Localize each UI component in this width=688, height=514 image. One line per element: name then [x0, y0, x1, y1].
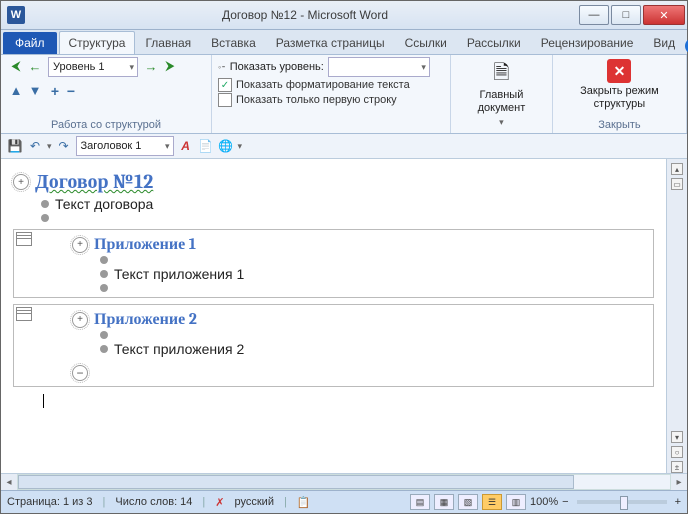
window-title: Договор №12 - Microsoft Word — [31, 8, 579, 22]
zoom-slider[interactable] — [577, 500, 667, 504]
track-changes-icon[interactable]: 📋 — [297, 496, 311, 509]
tab-file[interactable]: Файл — [3, 32, 57, 54]
demote-to-body-icon[interactable]: ⮞ — [161, 57, 179, 75]
text-cursor — [43, 394, 44, 408]
split-icon[interactable]: ▭ — [671, 178, 683, 190]
close-outline-button[interactable]: ✕ Закрыть режим структуры — [559, 57, 680, 113]
style-select[interactable]: Заголовок 1 — [76, 136, 174, 156]
insert-object-icon[interactable]: 🌐 — [218, 138, 234, 154]
show-formatting-label: Показать форматирование текста — [236, 79, 410, 91]
bullet-icon — [41, 200, 49, 208]
body-text[interactable]: Текст договора — [55, 196, 153, 212]
view-reading-icon[interactable]: ▦ — [434, 494, 454, 510]
close-x-icon: ✕ — [607, 59, 631, 83]
bullet-icon — [41, 214, 49, 222]
scroll-up-icon[interactable]: ▴ — [671, 163, 683, 175]
tab-references[interactable]: Ссылки — [395, 31, 457, 54]
show-level-label: Показать уровень: — [230, 61, 324, 73]
heading-2[interactable]: Приложение 2 — [94, 310, 197, 329]
scroll-thumb[interactable] — [18, 475, 574, 489]
browse-object-icon[interactable]: ○ — [671, 446, 683, 458]
qat-customize-icon[interactable]: ▾ — [238, 141, 243, 152]
tab-structure[interactable]: Структура — [59, 31, 136, 54]
heading-2[interactable]: Приложение 1 — [94, 235, 196, 254]
horizontal-scrollbar[interactable]: ◂ ▸ — [1, 473, 687, 490]
zoom-in-icon[interactable]: + — [675, 496, 681, 508]
view-web-icon[interactable]: ▧ — [458, 494, 478, 510]
document-area: + Договор №12 Текст договора + Приложени… — [1, 159, 687, 473]
master-document-button[interactable]: 🗎 Главный документ ▾ — [457, 57, 546, 130]
app-window: W Договор №12 - Microsoft Word — □ ✕ Фай… — [0, 0, 688, 514]
expand-node-icon[interactable]: + — [72, 237, 88, 253]
document-canvas[interactable]: + Договор №12 Текст договора + Приложени… — [1, 159, 666, 473]
outline-level-select[interactable]: Уровень 1 — [48, 57, 138, 77]
tab-layout[interactable]: Разметка страницы — [266, 31, 395, 54]
view-outline-icon[interactable]: ☰ — [482, 494, 502, 510]
heading-1[interactable]: Договор №12 — [35, 170, 153, 194]
show-level-select[interactable] — [328, 57, 430, 77]
quick-access-toolbar: 💾 ↶ ▾ ↷ Заголовок 1 A 📄 🌐 ▾ — [1, 134, 687, 159]
status-language[interactable]: русский — [235, 496, 274, 508]
word-app-icon: W — [7, 6, 25, 24]
vertical-scrollbar[interactable]: ▴ ▭ ▾ ○ ± — [666, 159, 687, 473]
show-level-icon: ◦⁃ — [218, 62, 226, 73]
subdoc-icon[interactable] — [16, 232, 32, 246]
group-label-tools: Работа со структурой — [7, 117, 205, 133]
subdoc-icon[interactable] — [16, 307, 32, 321]
tab-view[interactable]: Вид — [643, 31, 685, 54]
collapse-node-icon[interactable]: − — [72, 365, 88, 381]
tab-home[interactable]: Главная — [135, 31, 201, 54]
undo-icon[interactable]: ↶ — [27, 138, 43, 154]
prev-page-icon[interactable]: ± — [671, 461, 683, 473]
subdocument-2: + Приложение 2 Текст приложения 2 − — [13, 304, 654, 387]
status-bar: Страница: 1 из 3 | Число слов: 14 | ✗ ру… — [1, 490, 687, 513]
show-first-line-label: Показать только первую строку — [236, 94, 397, 106]
subdocument-1: + Приложение 1 Текст приложения 1 — [13, 229, 654, 298]
promote-to-heading1-icon[interactable]: ⮜ — [7, 57, 25, 75]
proofing-icon[interactable]: ✗ — [215, 496, 224, 509]
zoom-level[interactable]: 100% — [530, 496, 558, 508]
redo-icon[interactable]: ↷ — [56, 138, 72, 154]
move-up-icon[interactable]: ▲ — [7, 81, 25, 99]
insert-page-icon[interactable]: 📄 — [198, 138, 214, 154]
scroll-left-icon[interactable]: ◂ — [1, 477, 17, 488]
body-text[interactable]: Текст приложения 2 — [114, 341, 244, 357]
bullet-icon — [100, 345, 108, 353]
bullet-icon — [100, 331, 108, 339]
undo-dropdown-icon[interactable]: ▾ — [47, 141, 52, 152]
view-print-layout-icon[interactable]: ▤ — [410, 494, 430, 510]
bullet-icon — [100, 284, 108, 292]
close-window-button[interactable]: ✕ — [643, 5, 685, 25]
body-text[interactable]: Текст приложения 1 — [114, 266, 244, 282]
move-down-icon[interactable]: ▼ — [26, 81, 44, 99]
demote-icon[interactable]: → — [142, 57, 160, 75]
promote-icon[interactable]: ← — [26, 57, 44, 75]
scroll-right-icon[interactable]: ▸ — [671, 477, 687, 488]
titlebar: W Договор №12 - Microsoft Word — □ ✕ — [1, 1, 687, 30]
tab-review[interactable]: Рецензирование — [531, 31, 644, 54]
expand-node-icon[interactable]: + — [72, 312, 88, 328]
ribbon: ⮜ ← Уровень 1 → ⮞ ▲ ▼ + — [1, 55, 687, 134]
show-first-line-checkbox[interactable] — [218, 93, 232, 107]
expand-icon[interactable]: + — [48, 83, 62, 99]
group-label-close: Закрыть — [559, 117, 680, 133]
view-draft-icon[interactable]: ▥ — [506, 494, 526, 510]
ribbon-tab-strip: Файл Структура Главная Вставка Разметка … — [1, 30, 687, 55]
expand-node-icon[interactable]: + — [13, 174, 29, 190]
minimize-button[interactable]: — — [579, 5, 609, 25]
collapse-icon[interactable]: − — [64, 83, 78, 99]
tab-mailings[interactable]: Рассылки — [457, 31, 531, 54]
save-icon[interactable]: 💾 — [7, 138, 23, 154]
show-formatting-checkbox[interactable]: ✓ — [218, 78, 232, 92]
bullet-icon — [100, 270, 108, 278]
scroll-down-icon[interactable]: ▾ — [671, 431, 683, 443]
status-page[interactable]: Страница: 1 из 3 — [7, 496, 93, 508]
clear-format-icon[interactable]: A — [178, 138, 194, 154]
tab-insert[interactable]: Вставка — [201, 31, 266, 54]
status-words[interactable]: Число слов: 14 — [115, 496, 192, 508]
document-icon: 🗎 — [487, 59, 515, 87]
maximize-button[interactable]: □ — [611, 5, 641, 25]
zoom-out-icon[interactable]: − — [562, 496, 568, 508]
bullet-icon — [100, 256, 108, 264]
